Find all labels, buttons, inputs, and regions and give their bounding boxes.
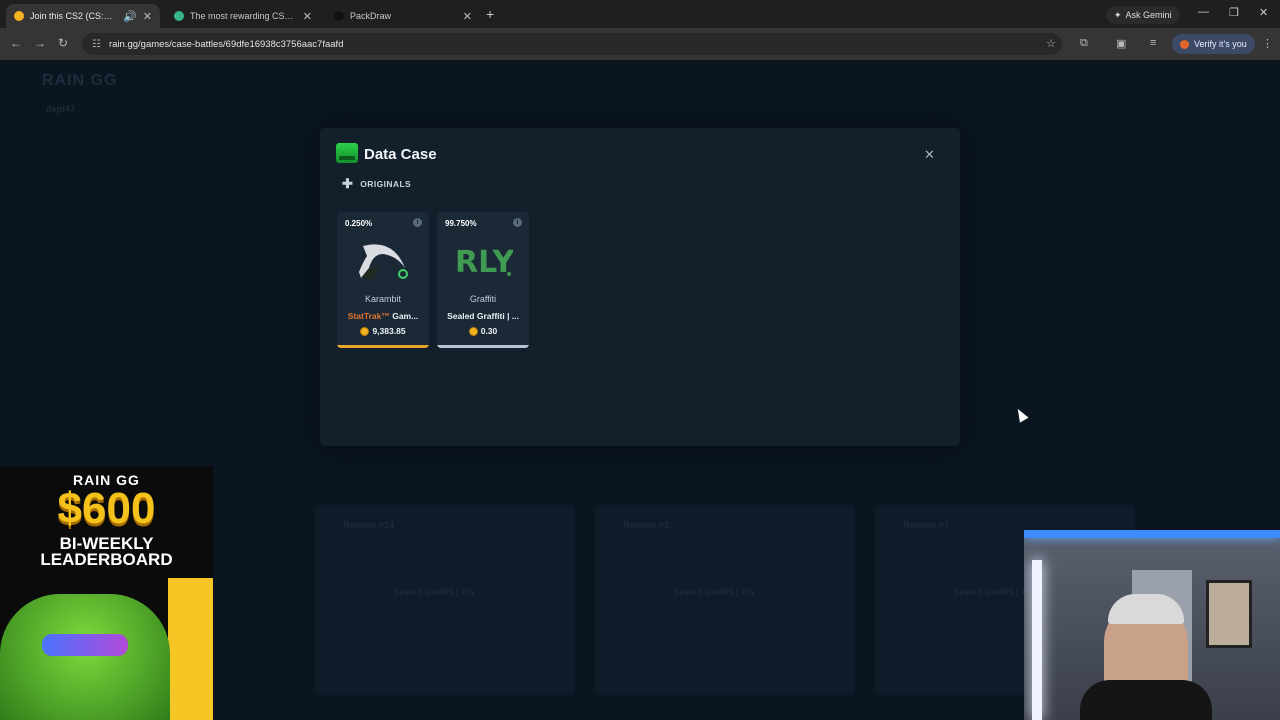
site-logo[interactable]: RAIN GG: [42, 72, 117, 90]
verify-profile-button[interactable]: Verify it's you: [1172, 34, 1255, 54]
tab-packdraw[interactable]: PackDraw ✕: [326, 4, 480, 28]
drop-chance: 99.750%: [445, 219, 477, 228]
plus-icon: ✚: [342, 176, 354, 191]
originals-tag: ✚ ORIGINALS: [342, 176, 411, 192]
bot-name: Rainbot #7: [903, 520, 950, 530]
close-tab-icon[interactable]: ✕: [463, 10, 472, 23]
browser-toolbar: ← → ↻ ☷ rain.gg/games/case-battles/69dfe…: [0, 28, 1280, 60]
frog-mascot-icon: [0, 594, 170, 720]
mouse-cursor-icon: [1013, 406, 1029, 423]
close-modal-button[interactable]: ✕: [924, 147, 935, 163]
packdraw-favicon-icon: [334, 11, 344, 21]
drop-chance: 0.250%: [345, 219, 373, 228]
rarity-bar: [337, 345, 429, 348]
address-bar[interactable]: ☷ rain.gg/games/case-battles/69dfe16938c…: [82, 33, 1062, 55]
webcam-overlay: [1024, 530, 1280, 720]
data-case-icon: [336, 143, 358, 163]
close-tab-icon[interactable]: ✕: [143, 10, 152, 23]
info-icon[interactable]: i: [513, 218, 522, 227]
split-view-icon[interactable]: ▣: [1116, 37, 1126, 50]
reload-icon[interactable]: ↻: [58, 36, 68, 50]
item-type: Graffiti: [469, 294, 497, 304]
coin-icon: [360, 326, 370, 336]
site-info-icon[interactable]: ☷: [92, 39, 101, 50]
promo-amount: $600: [57, 484, 156, 533]
new-tab-icon[interactable]: +: [486, 6, 494, 22]
item-name: Sealed Graffiti | ...: [441, 311, 525, 321]
led-strip: [1024, 530, 1280, 538]
menu-dots-icon[interactable]: ⋮: [1262, 37, 1273, 50]
rarity-bar: [437, 345, 529, 348]
sunglasses-icon: [42, 634, 128, 656]
item-name-text: Sealed Graffiti | ...: [447, 311, 519, 321]
profile-avatar-icon: [1180, 39, 1189, 49]
item-price: 9,383.85: [337, 326, 429, 336]
ask-gemini-button[interactable]: ✦ Ask Gemini: [1106, 6, 1180, 24]
tab-case-battle[interactable]: Join this CS2 (CS:GO) Case 🔊 ✕: [6, 4, 160, 28]
item-card-graffiti[interactable]: 99.750% i RLY Graffiti Sealed Graffiti |…: [437, 212, 529, 348]
url-text: rain.gg/games/case-battles/69dfe16938c37…: [108, 38, 344, 50]
baseball-cap: [1108, 594, 1184, 624]
ask-gemini-label: Ask Gemini: [1125, 10, 1172, 20]
back-icon[interactable]: ←: [10, 36, 22, 50]
light-bar: [1032, 560, 1042, 720]
extensions-icon[interactable]: ⧉: [1080, 37, 1088, 50]
mute-icon[interactable]: 🔊: [123, 10, 137, 23]
close-tab-icon[interactable]: ✕: [303, 10, 312, 23]
karambit-knife-icon: [359, 244, 408, 280]
bot-name: Rainbot #14: [343, 520, 395, 530]
price-value: 9,383.85: [372, 326, 406, 336]
leaderboard-promo-overlay: RAIN GG $600 BI-WEEKLY LEADERBOARD: [0, 466, 213, 720]
rain-favicon-icon: [14, 11, 24, 21]
bot-card: Rainbot #14 Sealed Graffiti | Rly ...: [315, 505, 575, 695]
star-graphic: [168, 578, 213, 720]
coin-icon: [468, 326, 478, 336]
close-window-icon[interactable]: ✕: [1259, 6, 1268, 19]
browser-chrome: Join this CS2 (CS:GO) Case 🔊 ✕ The most …: [0, 0, 1280, 60]
item-name-text: Gam...: [389, 311, 419, 321]
forward-icon[interactable]: →: [34, 36, 46, 50]
bot-item-name: Sealed Graffiti | Rly ...: [673, 587, 766, 597]
item-type: Karambit: [364, 294, 401, 304]
tab-rewarding[interactable]: The most rewarding CS2 (CS:GO) ✕: [166, 4, 320, 28]
bookmark-star-icon[interactable]: ☆: [1046, 37, 1056, 50]
item-name: StatTrak™ Gam...: [341, 311, 425, 321]
bot-item-name: Sealed Graffiti | Rly ...: [393, 587, 486, 597]
modal-title: Data Case: [364, 146, 437, 163]
shirt: [1080, 680, 1212, 720]
originals-label: ORIGINALS: [360, 179, 412, 189]
tab-title: Join this CS2 (CS:GO) Case: [30, 11, 118, 21]
site-favicon-icon: [174, 11, 184, 21]
bot-name: Rainbot #3: [623, 520, 670, 530]
username-text: dept47: [46, 104, 76, 114]
item-price: 0.30: [437, 326, 529, 336]
price-value: 0.30: [480, 326, 498, 336]
tab-title: PackDraw: [350, 11, 392, 21]
case-contents-modal: Data Case ✕ ✚ ORIGINALS 0.250% i Karambi…: [320, 128, 960, 446]
restore-icon[interactable]: ❐: [1229, 6, 1239, 19]
tab-strip: Join this CS2 (CS:GO) Case 🔊 ✕ The most …: [0, 0, 1280, 28]
stattrak-label: StatTrak™: [347, 311, 390, 321]
graffiti-icon: RLY: [455, 245, 513, 280]
tab-title: The most rewarding CS2 (CS:GO): [190, 11, 297, 21]
verify-label: Verify it's you: [1194, 39, 1247, 49]
info-icon[interactable]: i: [413, 218, 422, 227]
promo-line-2: LEADERBOARD: [40, 550, 173, 569]
bot-card: Rainbot #3 Sealed Graffiti | Rly ...: [595, 505, 855, 695]
media-icon[interactable]: ≡: [1150, 37, 1156, 49]
gemini-sparkle-icon: ✦: [1114, 9, 1122, 20]
minimize-icon[interactable]: —: [1198, 6, 1209, 18]
item-card-karambit[interactable]: 0.250% i Karambit StatTrak™ Gam... 9,383…: [337, 212, 429, 348]
svg-text:RLY: RLY: [455, 245, 513, 280]
wall-art: [1206, 580, 1252, 648]
